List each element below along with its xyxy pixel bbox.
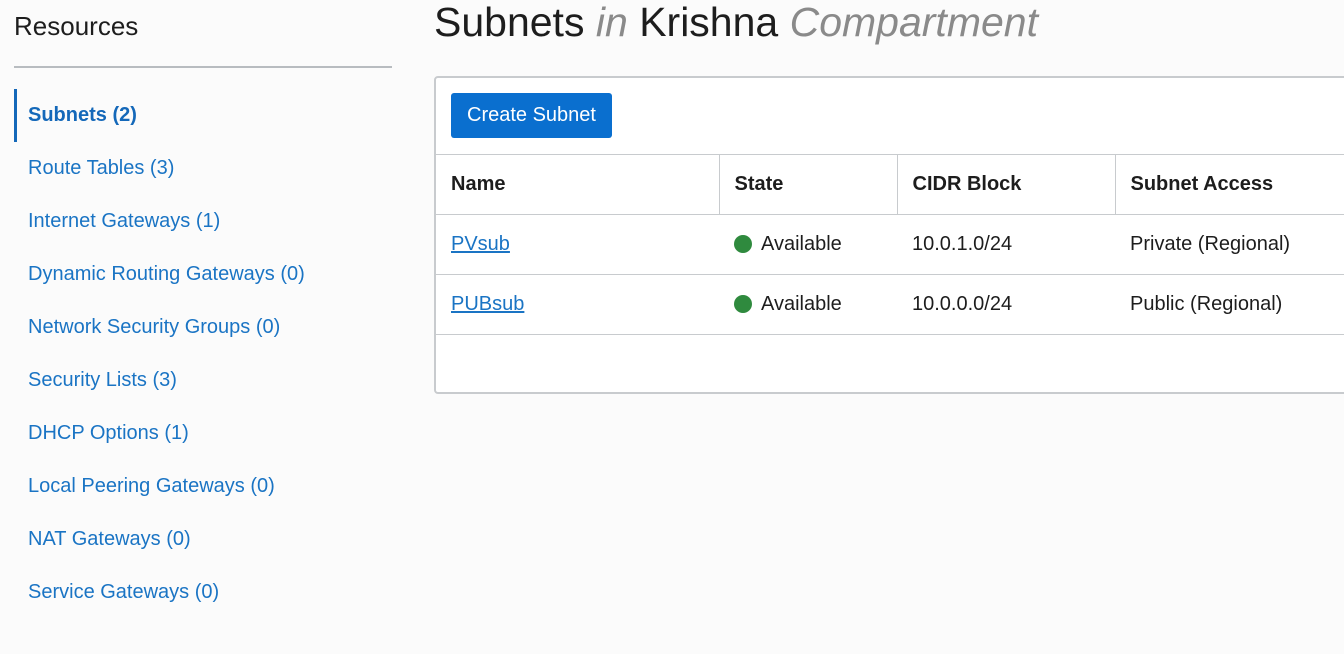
sidebar-item-subnets[interactable]: Subnets (2) [14, 89, 392, 142]
status-dot-icon [734, 235, 752, 253]
compartment-word: Compartment [789, 0, 1038, 45]
subnets-panel: Create Subnet Name State CIDR Block Subn… [434, 76, 1344, 394]
subnet-name-link[interactable]: PVsub [451, 233, 510, 255]
sidebar-item-service-gateways[interactable]: Service Gateways (0) [14, 566, 392, 619]
column-header-name[interactable]: Name [436, 155, 719, 215]
table-row: PUBsub Available 10.0.0.0/24 Public (Reg… [436, 275, 1344, 335]
page-title-in: in [595, 0, 628, 45]
subnet-name-cell: PUBsub [436, 275, 719, 335]
table-header-row: Name State CIDR Block Subnet Access [436, 154, 1344, 215]
sidebar-item-dynamic-routing-gateways[interactable]: Dynamic Routing Gateways (0) [14, 248, 392, 301]
subnet-name-cell: PVsub [436, 215, 719, 275]
status-dot-icon [734, 295, 752, 313]
sidebar-item-network-security-groups[interactable]: Network Security Groups (0) [14, 301, 392, 354]
sidebar-divider [14, 66, 392, 68]
page-title: Subnets in Krishna Compartment [434, 0, 1038, 44]
column-header-state[interactable]: State [718, 154, 897, 215]
create-subnet-button[interactable]: Create Subnet [451, 93, 612, 138]
sidebar-item-nat-gateways[interactable]: NAT Gateways (0) [14, 513, 392, 566]
subnets-table-wrap: Name State CIDR Block Subnet Access PVsu… [436, 154, 1344, 335]
resources-nav: Subnets (2) Route Tables (3) Internet Ga… [14, 89, 392, 619]
sidebar-item-dhcp-options[interactable]: DHCP Options (1) [14, 407, 392, 460]
page-title-main: Subnets [434, 0, 585, 45]
subnet-name-link[interactable]: PUBsub [451, 293, 524, 315]
subnet-cidr: 10.0.0.0/24 [912, 293, 1013, 315]
subnet-state-cell: Available [719, 215, 897, 275]
sidebar-title: Resources [14, 11, 139, 41]
subnet-state-cell: Available [719, 275, 897, 335]
sidebar-item-security-lists[interactable]: Security Lists (3) [14, 354, 392, 407]
table-row: PVsub Available 10.0.1.0/24 Private (Reg… [436, 215, 1344, 275]
subnets-table: Name State CIDR Block Subnet Access PVsu… [436, 154, 1344, 335]
sidebar-item-internet-gateways[interactable]: Internet Gateways (1) [14, 195, 392, 248]
compartment-name: Krishna [639, 0, 779, 45]
subnet-access: Public (Regional) [1130, 293, 1283, 315]
subnet-access: Private (Regional) [1130, 233, 1291, 255]
sidebar-item-route-tables[interactable]: Route Tables (3) [14, 142, 392, 195]
subnet-state: Available [761, 233, 842, 255]
sidebar-item-local-peering-gateways[interactable]: Local Peering Gateways (0) [14, 460, 392, 513]
column-header-subnet-access[interactable]: Subnet Access [1114, 154, 1344, 215]
subnet-state: Available [761, 293, 842, 315]
column-header-cidr-block[interactable]: CIDR Block [896, 154, 1115, 215]
resources-sidebar: Resources Subnets (2) Route Tables (3) I… [0, 0, 392, 654]
subnet-cidr: 10.0.1.0/24 [912, 233, 1013, 255]
